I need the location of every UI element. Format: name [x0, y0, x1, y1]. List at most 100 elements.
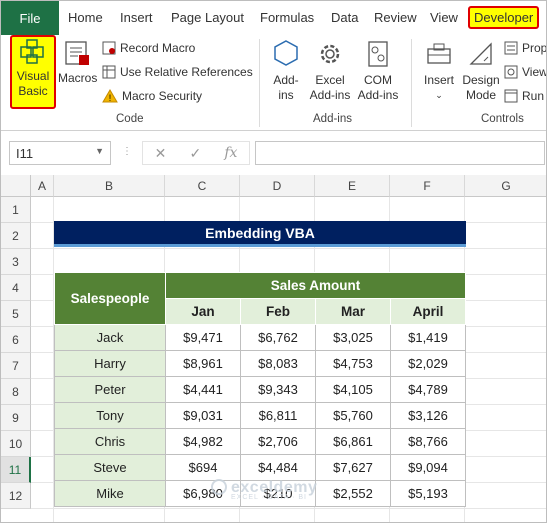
month-header: Feb	[240, 298, 316, 325]
tab-page-layout[interactable]: Page Layout	[171, 10, 244, 25]
column-header[interactable]: D	[240, 175, 315, 197]
formula-input[interactable]	[255, 141, 545, 165]
salesperson-cell[interactable]: Chris	[54, 428, 166, 455]
amount-cell[interactable]: $9,031	[165, 402, 241, 429]
row-header[interactable]: 7	[1, 353, 31, 379]
visual-basic-button[interactable]: Visual Basic	[10, 35, 56, 109]
amount-cell[interactable]: $8,961	[165, 350, 241, 377]
row-header[interactable]: 5	[1, 301, 31, 327]
properties-icon	[504, 41, 518, 55]
warning-icon: !	[102, 89, 118, 103]
month-header: April	[390, 298, 466, 325]
macro-security-button[interactable]: ! Macro Security	[102, 89, 202, 103]
amount-cell[interactable]: $1,419	[390, 324, 466, 351]
amount-cell[interactable]: $5,193	[390, 480, 466, 507]
tab-insert[interactable]: Insert	[120, 10, 153, 25]
row-header[interactable]: 1	[1, 197, 31, 223]
gridline	[31, 248, 546, 249]
amount-cell[interactable]: $8,766	[390, 428, 466, 455]
com-addins-label-2: Add-ins	[357, 88, 399, 102]
amount-cell[interactable]: $4,789	[390, 376, 466, 403]
amount-cell[interactable]: $9,343	[240, 376, 316, 403]
separator	[259, 39, 260, 127]
properties-button[interactable]: Prop	[504, 41, 546, 55]
amount-cell[interactable]: $4,105	[315, 376, 391, 403]
confirm-icon[interactable]: ✓	[189, 145, 201, 162]
row-header[interactable]: 12	[1, 483, 31, 509]
record-macro-button[interactable]: Record Macro	[102, 41, 195, 55]
amount-cell[interactable]: $9,094	[390, 454, 466, 481]
amount-cell[interactable]: $3,126	[390, 402, 466, 429]
amount-cell[interactable]: $694	[165, 454, 241, 481]
tab-developer[interactable]: Developer	[468, 6, 540, 29]
amount-cell[interactable]: $8,083	[240, 350, 316, 377]
addins-button[interactable]: Add- ins	[269, 39, 303, 103]
select-all-corner[interactable]	[1, 175, 31, 197]
table-row: Tony $9,031 $6,811 $5,760 $3,126	[54, 402, 466, 429]
gridline	[31, 508, 546, 509]
chevron-down-icon[interactable]: ▼	[95, 146, 104, 156]
relative-references-button[interactable]: Use Relative References	[102, 65, 253, 79]
amount-cell[interactable]: $5,760	[315, 402, 391, 429]
tab-home[interactable]: Home	[68, 10, 103, 25]
amount-cell[interactable]: $6,811	[240, 402, 316, 429]
column-header[interactable]: G	[465, 175, 546, 197]
design-mode-button[interactable]: Design Mode	[461, 39, 501, 103]
row-header[interactable]: 9	[1, 405, 31, 431]
column-header[interactable]: F	[390, 175, 465, 197]
insert-function-button[interactable]: fx	[224, 145, 237, 161]
view-code-button[interactable]: View	[504, 65, 546, 79]
column-header[interactable]: B	[54, 175, 165, 197]
amount-cell[interactable]: $4,982	[165, 428, 241, 455]
row-header[interactable]: 3	[1, 249, 31, 275]
cancel-icon[interactable]: ✕	[155, 145, 167, 162]
table-row: Peter $4,441 $9,343 $4,105 $4,789	[54, 376, 466, 403]
macros-button[interactable]: Macros	[58, 39, 97, 86]
insert-control-button[interactable]: Insert ⌄	[419, 39, 459, 103]
addins-label-1: Add-	[273, 73, 299, 87]
salesperson-cell[interactable]: Mike	[54, 480, 166, 507]
salesperson-cell[interactable]: Peter	[54, 376, 166, 403]
controls-group-label: Controls	[481, 113, 524, 125]
amount-cell[interactable]: $2,706	[240, 428, 316, 455]
row-header[interactable]: 6	[1, 327, 31, 353]
tab-view[interactable]: View	[430, 10, 458, 25]
tab-review[interactable]: Review	[374, 10, 417, 25]
run-dialog-button[interactable]: Run	[504, 89, 544, 103]
amount-cell[interactable]: $9,471	[165, 324, 241, 351]
com-addins-button[interactable]: COM Add-ins	[355, 39, 401, 103]
row-header[interactable]: 2	[1, 223, 31, 249]
amount-cell[interactable]: $7,627	[315, 454, 391, 481]
watermark: exceldemy EXCEL · DATA · BI	[211, 479, 317, 501]
column-header[interactable]: A	[31, 175, 54, 197]
row-header[interactable]: 8	[1, 379, 31, 405]
row-header[interactable]: 10	[1, 431, 31, 457]
visual-basic-label-1: Visual	[16, 69, 50, 83]
name-box[interactable]: I11 ▼	[9, 141, 111, 165]
amount-cell[interactable]: $6,762	[240, 324, 316, 351]
amount-cell[interactable]: $2,552	[315, 480, 391, 507]
salespeople-header: Salespeople	[54, 272, 166, 325]
amount-cell[interactable]: $4,484	[240, 454, 316, 481]
column-header[interactable]: C	[165, 175, 240, 197]
amount-cell[interactable]: $6,861	[315, 428, 391, 455]
amount-cell[interactable]: $4,441	[165, 376, 241, 403]
name-box-value: I11	[16, 146, 34, 161]
row-header[interactable]: 11	[1, 457, 31, 483]
amount-cell[interactable]: $2,029	[390, 350, 466, 377]
salesperson-cell[interactable]: Steve	[54, 454, 166, 481]
amount-cell[interactable]: $3,025	[315, 324, 391, 351]
excel-addins-button[interactable]: Excel Add-ins	[307, 39, 353, 103]
salesperson-cell[interactable]: Harry	[54, 350, 166, 377]
tab-formulas[interactable]: Formulas	[260, 10, 314, 25]
column-header[interactable]: E	[315, 175, 390, 197]
row-header[interactable]: 4	[1, 275, 31, 301]
resize-handle-icon[interactable]: ⋮	[122, 146, 132, 157]
ribbon: Visual Basic Macros Record Macro Use Rel…	[1, 35, 546, 131]
excel-window: File Home Insert Page Layout Formulas Da…	[0, 0, 547, 523]
salesperson-cell[interactable]: Jack	[54, 324, 166, 351]
tab-file[interactable]: File	[1, 1, 59, 35]
salesperson-cell[interactable]: Tony	[54, 402, 166, 429]
tab-data[interactable]: Data	[331, 10, 358, 25]
amount-cell[interactable]: $4,753	[315, 350, 391, 377]
